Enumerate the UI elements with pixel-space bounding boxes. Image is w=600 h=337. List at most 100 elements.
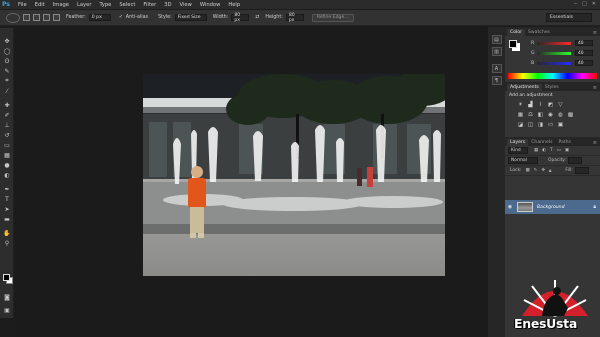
red-slider[interactable] — [537, 41, 571, 45]
fill-input[interactable] — [574, 167, 589, 174]
eraser-tool-icon[interactable]: ▭ — [0, 140, 14, 150]
blend-mode-select[interactable]: Normal — [508, 157, 538, 164]
hue-saturation-icon[interactable]: ▦ — [517, 111, 524, 118]
quick-mask-icon[interactable]: ◙ — [0, 292, 14, 302]
type-tool-icon[interactable]: T — [0, 194, 14, 204]
color-spectrum-bar[interactable] — [508, 73, 597, 79]
eyedropper-tool-icon[interactable]: ⁄ — [0, 86, 14, 96]
vibrance-icon[interactable]: ▽ — [557, 101, 564, 108]
filter-pixel-icon[interactable]: ▦ — [534, 148, 538, 153]
filter-adjust-icon[interactable]: ◐ — [542, 148, 546, 153]
tab-adjustments[interactable]: Adjustments — [507, 84, 542, 91]
lasso-tool-icon[interactable]: ʘ — [0, 56, 14, 66]
tab-color[interactable]: Color — [507, 29, 525, 36]
marquee-tool-icon[interactable]: ◯ — [0, 46, 14, 56]
zoom-tool-icon[interactable]: ⚲ — [0, 238, 14, 248]
healing-brush-tool-icon[interactable]: ✚ — [0, 100, 14, 110]
tab-layers[interactable]: Layers — [507, 139, 529, 146]
menu-window[interactable]: Window — [200, 2, 220, 8]
opacity-input[interactable] — [568, 157, 583, 164]
green-value-input[interactable]: 40 — [575, 50, 593, 56]
pen-tool-icon[interactable]: ✒ — [0, 184, 14, 194]
refine-edge-button[interactable]: Refine Edge... — [311, 13, 354, 22]
posterize-icon[interactable]: ◫ — [527, 121, 534, 128]
screen-mode-icon[interactable]: ▣ — [0, 305, 14, 315]
quick-select-tool-icon[interactable]: ✎ — [0, 66, 14, 76]
selective-color-icon[interactable]: ▣ — [557, 121, 564, 128]
character-panel-icon[interactable]: A — [491, 64, 502, 73]
blue-value-input[interactable]: 40 — [575, 60, 593, 66]
red-value-input[interactable]: 40 — [575, 40, 593, 46]
crop-tool-icon[interactable]: ⌗ — [0, 76, 14, 86]
menu-3d[interactable]: 3D — [164, 2, 171, 8]
gradient-map-icon[interactable]: ▭ — [547, 121, 554, 128]
tab-styles[interactable]: Styles — [542, 84, 562, 91]
menu-select[interactable]: Select — [119, 2, 135, 8]
subtract-selection-icon[interactable] — [43, 14, 50, 21]
menu-type[interactable]: Type — [99, 2, 111, 8]
lock-all-icon[interactable]: 🔒︎ — [549, 168, 551, 174]
invert-icon[interactable]: ◪ — [517, 121, 524, 128]
foreground-color-swatch[interactable] — [3, 274, 10, 281]
levels-icon[interactable]: ▟ — [527, 101, 534, 108]
color-lookup-icon[interactable]: ▩ — [567, 111, 574, 118]
layer-row-background[interactable]: ◉ Background 🔒︎ — [505, 200, 600, 214]
minimize-icon[interactable]: ‒ — [574, 1, 577, 7]
channel-mixer-icon[interactable]: ◍ — [557, 111, 564, 118]
layer-kind-select[interactable]: Kind — [508, 147, 528, 154]
menu-file[interactable]: File — [18, 2, 27, 8]
workspace-select[interactable]: Essentials — [546, 13, 592, 22]
menu-help[interactable]: Help — [228, 2, 240, 8]
brush-tool-icon[interactable]: ✐ — [0, 110, 14, 120]
curves-icon[interactable]: ⌇ — [537, 101, 544, 108]
menu-edit[interactable]: Edit — [35, 2, 45, 8]
lock-transparent-icon[interactable]: ▩ — [526, 168, 530, 173]
lock-position-icon[interactable]: ✥ — [541, 168, 545, 173]
color-balance-icon[interactable]: ⚖ — [527, 111, 534, 118]
color-foreground-swatch[interactable] — [509, 40, 517, 48]
intersect-selection-icon[interactable] — [53, 14, 60, 21]
blue-slider[interactable] — [537, 61, 571, 65]
menu-view[interactable]: View — [180, 2, 192, 8]
gradient-tool-icon[interactable]: ▦ — [0, 150, 14, 160]
add-selection-icon[interactable] — [33, 14, 40, 21]
swap-dimensions-icon[interactable]: ⇄ — [255, 15, 259, 20]
maximize-icon[interactable]: □ — [582, 1, 587, 7]
black-white-icon[interactable]: ◧ — [537, 111, 544, 118]
paragraph-panel-icon[interactable]: ¶ — [491, 76, 502, 85]
tab-paths[interactable]: Paths — [555, 139, 574, 146]
feather-input[interactable]: 0 px — [88, 14, 111, 21]
history-brush-tool-icon[interactable]: ↺ — [0, 130, 14, 140]
dodge-tool-icon[interactable]: ◐ — [0, 170, 14, 180]
blur-tool-icon[interactable]: ● — [0, 160, 14, 170]
rectangle-tool-icon[interactable]: ▬ — [0, 214, 14, 224]
menu-filter[interactable]: Filter — [143, 2, 156, 8]
width-input[interactable]: 80 px — [231, 13, 250, 23]
elliptical-marquee-preset-icon[interactable] — [6, 12, 20, 23]
tab-channels[interactable]: Channels — [528, 139, 555, 146]
properties-panel-icon[interactable]: ▥ — [491, 47, 502, 56]
document-image[interactable] — [143, 74, 445, 276]
visibility-eye-icon[interactable]: ◉ — [505, 204, 515, 210]
new-selection-icon[interactable] — [23, 14, 30, 21]
exposure-icon[interactable]: ◩ — [547, 101, 554, 108]
hand-tool-icon[interactable]: ✋ — [0, 228, 14, 238]
brightness-contrast-icon[interactable]: ☀ — [517, 101, 524, 108]
filter-shape-icon[interactable]: ▭ — [557, 148, 561, 153]
photo-filter-icon[interactable]: ◉ — [547, 111, 554, 118]
close-icon[interactable]: ✕ — [592, 1, 596, 7]
filter-smart-icon[interactable]: ▣ — [565, 148, 569, 153]
tab-swatches[interactable]: Swatches — [525, 29, 553, 36]
clone-stamp-tool-icon[interactable]: ⊥ — [0, 120, 14, 130]
filter-type-icon[interactable]: T — [550, 148, 553, 153]
antialias-checkbox[interactable]: ✓ — [119, 15, 124, 20]
height-input[interactable]: 80 px — [285, 13, 304, 23]
panel-menu-icon[interactable]: ≡ — [593, 85, 597, 91]
history-panel-icon[interactable]: ▤ — [491, 35, 502, 44]
lock-image-icon[interactable]: ✎ — [534, 168, 538, 173]
menu-image[interactable]: Image — [53, 2, 69, 8]
threshold-icon[interactable]: ◨ — [537, 121, 544, 128]
move-tool-icon[interactable]: ✥ — [0, 36, 14, 46]
style-select[interactable]: Fixed Size — [174, 14, 207, 21]
menu-layer[interactable]: Layer — [77, 2, 91, 8]
